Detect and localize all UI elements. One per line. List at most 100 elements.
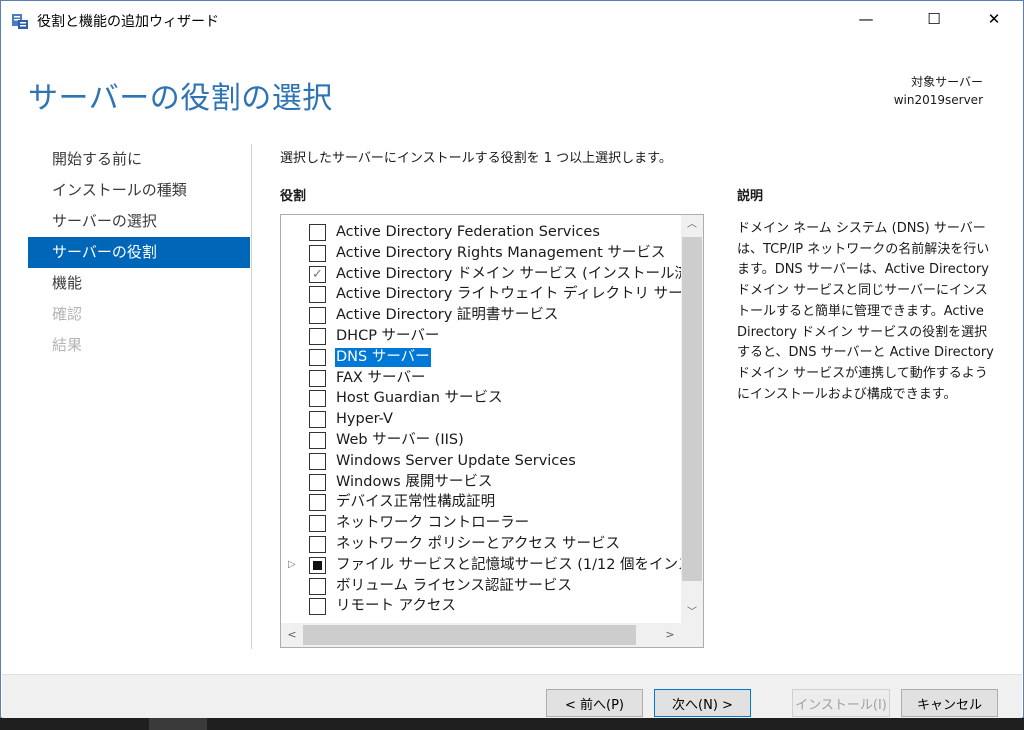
wizard-window: 役割と機能の追加ウィザード — ☐ ✕ サーバーの役割の選択 対象サーバー wi… (0, 0, 1024, 718)
wizard-nav: 開始する前に インストールの種類 サーバーの選択 サーバーの役割 機能 確認 結… (28, 144, 250, 361)
role-label[interactable]: Windows 展開サービス (335, 473, 493, 492)
role-checkbox[interactable] (309, 224, 326, 241)
role-checkbox[interactable] (309, 452, 326, 470)
instruction-text: 選択したサーバーにインストールする役割を 1 つ以上選択します。 (280, 151, 672, 166)
role-label[interactable]: ファイル サービスと記憶域サービス (1/12 個をインストール済 (335, 556, 703, 575)
roles-list: Active Directory Federation Services Acti… (281, 222, 703, 617)
role-label[interactable]: ネットワーク コントローラー (335, 514, 530, 533)
role-checkbox[interactable] (309, 369, 326, 387)
nav-item-features[interactable]: 機能 (28, 268, 250, 299)
role-checkbox[interactable] (309, 411, 326, 429)
role-checkbox[interactable] (309, 431, 326, 449)
role-label[interactable]: Hyper-V (335, 410, 394, 429)
role-label[interactable]: Active Directory Rights Management サービス (335, 244, 666, 263)
maximize-icon: ☐ (927, 10, 941, 28)
maximize-button[interactable]: ☐ (911, 1, 957, 37)
role-row[interactable]: Windows Server Update Services (281, 451, 681, 472)
role-row[interactable]: ボリューム ライセンス認証サービス (281, 576, 681, 597)
scrollbar-corner (681, 623, 703, 647)
scroll-down-icon[interactable]: ﹀ (681, 603, 703, 623)
role-checkbox[interactable] (309, 286, 326, 304)
role-label[interactable]: Active Directory ライトウェイト ディレクトリ サービス (335, 285, 703, 304)
role-checkbox[interactable] (309, 515, 326, 533)
role-label[interactable]: リモート アクセス (335, 597, 457, 616)
role-row[interactable]: Hyper-V (281, 409, 681, 430)
target-server-info: 対象サーバー win2019server (894, 73, 983, 109)
roles-header: 役割 (280, 189, 307, 204)
checkmark-icon: ✓ (312, 266, 323, 282)
vertical-scrollbar[interactable]: ︿ ﹀ (681, 215, 703, 623)
role-label[interactable]: DHCP サーバー (335, 327, 440, 346)
nav-item-results: 結果 (52, 336, 83, 354)
next-button[interactable]: 次へ(N) > (654, 689, 751, 717)
role-checkbox[interactable] (309, 307, 326, 325)
horizontal-scroll-thumb[interactable] (303, 625, 636, 645)
nav-divider (251, 144, 252, 649)
role-row[interactable]: Host Guardian サービス (281, 388, 681, 409)
previous-button[interactable]: < 前へ(P) (546, 689, 643, 717)
description-header: 説明 (737, 189, 764, 204)
role-label[interactable]: Host Guardian サービス (335, 389, 504, 408)
role-label[interactable]: Windows Server Update Services (335, 452, 577, 471)
role-label[interactable]: デバイス正常性構成証明 (335, 493, 496, 512)
role-row[interactable]: デバイス正常性構成証明 (281, 492, 681, 513)
role-checkbox[interactable] (309, 244, 326, 262)
role-checkbox[interactable] (309, 348, 326, 366)
role-row[interactable]: Active Directory Rights Management サービス (281, 243, 681, 264)
role-row[interactable]: ✓ Active Directory ドメイン サービス (インストール済み) (281, 264, 703, 285)
role-row[interactable]: ▷ ファイル サービスと記憶域サービス (1/12 個をインストール済 (281, 555, 703, 576)
role-label[interactable]: FAX サーバー (335, 369, 426, 388)
minimize-button[interactable]: — (843, 1, 889, 37)
role-row[interactable]: リモート アクセス (281, 596, 681, 617)
role-checkbox[interactable] (309, 390, 326, 408)
role-row[interactable]: Active Directory 証明書サービス (281, 305, 681, 326)
install-button: インストール(I) (792, 689, 890, 717)
nav-item-before-you-begin[interactable]: 開始する前に (28, 144, 250, 175)
role-checkbox[interactable] (309, 556, 326, 574)
title-bar[interactable]: 役割と機能の追加ウィザード — ☐ ✕ (1, 1, 1023, 41)
scroll-right-icon[interactable]: > (659, 623, 681, 647)
role-label[interactable]: Web サーバー (IIS) (335, 431, 465, 450)
role-label[interactable]: Active Directory ドメイン サービス (インストール済み) (335, 265, 703, 284)
server-manager-icon (12, 14, 28, 29)
scroll-up-icon[interactable]: ︿ (681, 215, 703, 235)
expand-arrow-icon[interactable]: ▷ (288, 559, 298, 571)
vertical-scroll-thumb[interactable] (682, 237, 702, 581)
role-row[interactable]: ネットワーク コントローラー (281, 513, 681, 534)
nav-item-server-roles[interactable]: サーバーの役割 (28, 237, 250, 268)
nav-item-server-selection[interactable]: サーバーの選択 (28, 206, 250, 237)
minimize-icon: — (858, 10, 874, 28)
role-checkbox[interactable] (309, 494, 326, 512)
cancel-button[interactable]: キャンセル (901, 689, 998, 717)
role-checkbox[interactable] (309, 577, 326, 595)
role-row[interactable]: DHCP サーバー (281, 326, 681, 347)
role-checkbox[interactable] (309, 473, 326, 491)
role-label[interactable]: Active Directory Federation Services (335, 223, 601, 242)
role-row[interactable]: FAX サーバー (281, 368, 681, 389)
role-checkbox[interactable] (309, 535, 326, 553)
role-checkbox[interactable] (309, 327, 326, 345)
role-row[interactable]: Active Directory ライトウェイト ディレクトリ サービス (281, 284, 703, 305)
close-button[interactable]: ✕ (971, 1, 1017, 37)
role-row[interactable]: Windows 展開サービス (281, 472, 681, 493)
role-row[interactable]: ネットワーク ポリシーとアクセス サービス (281, 534, 681, 555)
role-label[interactable]: ボリューム ライセンス認証サービス (335, 577, 573, 596)
role-row[interactable]: Web サーバー (IIS) (281, 430, 681, 451)
roles-tree[interactable]: Active Directory Federation Services Acti… (280, 214, 704, 648)
horizontal-scrollbar[interactable]: < > (281, 623, 681, 647)
page-title: サーバーの役割の選択 (28, 81, 333, 116)
role-label[interactable]: Active Directory 証明書サービス (335, 306, 559, 325)
scroll-left-icon[interactable]: < (281, 623, 303, 647)
role-label[interactable]: DNS サーバー (335, 347, 431, 367)
role-row[interactable]: DNS サーバー (281, 347, 681, 368)
role-label[interactable]: ネットワーク ポリシーとアクセス サービス (335, 535, 621, 554)
role-checkbox[interactable] (309, 598, 326, 616)
nav-item-installation-type[interactable]: インストールの種類 (28, 175, 250, 206)
role-description: ドメイン ネーム システム (DNS) サーバーは、TCP/IP ネットワークの… (737, 221, 994, 402)
close-icon: ✕ (987, 10, 1001, 28)
window-title: 役割と機能の追加ウィザード (37, 14, 219, 30)
role-row[interactable]: Active Directory Federation Services (281, 222, 681, 243)
taskbar-item[interactable] (149, 718, 207, 730)
nav-item-confirmation: 確認 (52, 305, 83, 323)
role-checkbox: ✓ (309, 265, 326, 283)
